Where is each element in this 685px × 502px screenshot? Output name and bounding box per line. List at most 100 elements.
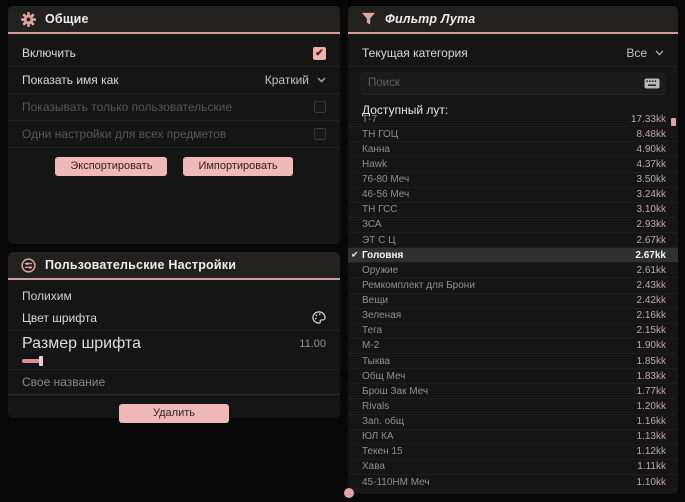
- selected-item-name: Полихим: [22, 289, 72, 303]
- list-item[interactable]: 46-56 Меч 3.24kk: [348, 188, 678, 203]
- item-name: Оружие: [362, 264, 399, 276]
- list-item[interactable]: Rivals 1.20kk: [348, 399, 678, 415]
- font-size-value: 11.00: [299, 338, 326, 350]
- chevron-down-icon: [317, 77, 326, 83]
- item-value: 1.20kk: [636, 400, 666, 412]
- item-value: 1.16kk: [636, 416, 666, 428]
- item-value: 2.15kk: [636, 325, 666, 337]
- item-name: ТН ГСС: [362, 204, 398, 216]
- list-item[interactable]: Оружие 2.61kk: [348, 263, 678, 279]
- category-label: Текущая категория: [362, 46, 468, 60]
- item-name: Брош Зак Меч: [362, 385, 429, 397]
- list-item[interactable]: Общ Меч 1.83kk: [348, 369, 678, 385]
- item-value: 2.67kk: [636, 234, 666, 246]
- item-value: 2.67kk: [635, 249, 666, 261]
- list-item[interactable]: М-2 1.90kk: [348, 339, 678, 354]
- item-name: Ремкомплект для Брони: [362, 279, 475, 291]
- item-name: Вещи: [362, 295, 389, 307]
- user-only-label: Показывать только пользовательские: [22, 100, 232, 114]
- list-item[interactable]: ✔ Головня 2.67kk: [348, 248, 678, 264]
- list-item[interactable]: Т-7 17.33kk: [348, 112, 678, 128]
- list-item[interactable]: Канна 4.90kk: [348, 142, 678, 158]
- category-value: Все: [626, 46, 647, 60]
- loot-filter-panel-header: Фильтр Лута: [348, 6, 678, 34]
- same-settings-checkbox[interactable]: [314, 128, 326, 140]
- export-button[interactable]: Экспортировать: [55, 157, 168, 176]
- item-name: М-2: [362, 340, 380, 352]
- list-item[interactable]: Зап. общ 1.16kk: [348, 415, 678, 430]
- list-item[interactable]: ТН ГОЦ 8.48kk: [348, 127, 678, 143]
- item-name: Hawk: [362, 158, 388, 170]
- palette-icon[interactable]: [312, 311, 326, 324]
- font-size-label: Размер шрифта: [22, 335, 141, 352]
- item-value: 2.16kk: [636, 310, 666, 322]
- font-size-row: Размер шрифта 11.00: [8, 331, 340, 370]
- item-name: Rivals: [362, 400, 390, 412]
- import-button[interactable]: Импортировать: [183, 157, 293, 176]
- list-item[interactable]: Зеленая 2.16kk: [348, 309, 678, 324]
- list-item[interactable]: ЭТ С Ц 2.67kk: [348, 233, 678, 249]
- item-value: 1.13kk: [636, 431, 666, 443]
- funnel-icon: [361, 12, 376, 26]
- setting-row-user-only: Показывать только пользовательские: [8, 94, 340, 121]
- user-settings-panel-header: Пользовательские Настройки: [8, 252, 340, 280]
- slider-thumb[interactable]: [39, 356, 43, 366]
- list-item[interactable]: 76-80 Меч 3.50kk: [348, 173, 678, 188]
- item-name: ЭТ С Ц: [362, 234, 396, 246]
- list-item[interactable]: Hawk 4.37kk: [348, 157, 678, 173]
- item-name: Тыква: [362, 355, 390, 367]
- list-item[interactable]: Текен 15 1.12kk: [348, 445, 678, 460]
- list-item[interactable]: ЮЛ КА 1.13kk: [348, 430, 678, 445]
- list-item[interactable]: Ремкомплект для Брони 2.43kk: [348, 278, 678, 294]
- name-mode-label: Показать имя как: [22, 73, 119, 87]
- list-item[interactable]: 45-110НМ Меч 1.10kk: [348, 475, 678, 491]
- delete-button[interactable]: Удалить: [119, 404, 229, 423]
- item-value: 4.90kk: [636, 143, 666, 155]
- custom-name-input[interactable]: Свое название: [8, 370, 340, 395]
- item-name: Головня: [362, 249, 404, 261]
- list-item[interactable]: ТН ГСС 3.10kk: [348, 203, 678, 218]
- enable-checkbox[interactable]: ✔: [313, 46, 326, 60]
- list-item[interactable]: Тега 2.15kk: [348, 324, 678, 339]
- item-name: ЗСА: [362, 219, 382, 231]
- panel-title-general: Общие: [45, 12, 89, 26]
- chevron-down-icon: [655, 50, 664, 56]
- loot-filter-panel: Фильтр Лута Текущая категория Все Поиск: [344, 6, 678, 498]
- list-item[interactable]: Вещи 2.42kk: [348, 294, 678, 309]
- import-export-row: Экспортировать Импортировать: [8, 157, 340, 176]
- item-name: Текен 15: [362, 446, 403, 458]
- keyboard-icon[interactable]: [644, 78, 660, 89]
- panel-title-user-settings: Пользовательские Настройки: [45, 258, 237, 272]
- item-name: Зеленая: [362, 310, 402, 322]
- item-value: 8.48kk: [636, 128, 666, 140]
- item-name: Тега: [362, 325, 383, 337]
- panel-title-loot-filter: Фильтр Лута: [385, 12, 476, 26]
- category-dropdown[interactable]: Все: [626, 46, 664, 60]
- font-color-label: Цвет шрифта: [22, 310, 97, 325]
- enable-label: Включить: [22, 46, 76, 60]
- list-item[interactable]: ЗСА 2.93kk: [348, 218, 678, 233]
- general-panel-header: Общие: [8, 6, 340, 34]
- delete-row: Удалить: [8, 404, 340, 423]
- item-name: Т-7: [362, 113, 377, 125]
- item-name: Общ Меч: [362, 370, 406, 382]
- list-item[interactable]: Хава 1.11kk: [348, 460, 678, 475]
- list-item[interactable]: Тыква 1.85kk: [348, 354, 678, 370]
- item-value: 1.85kk: [636, 355, 666, 367]
- font-size-slider[interactable]: [22, 356, 326, 366]
- item-value: 17.33kk: [630, 113, 666, 125]
- search-input[interactable]: Поиск: [360, 72, 666, 95]
- setting-row-enable: Включить ✔: [8, 40, 340, 67]
- user-only-checkbox[interactable]: [314, 101, 326, 113]
- selected-check-icon: ✔: [351, 249, 359, 260]
- scrollbar-thumb[interactable]: [671, 118, 676, 126]
- name-mode-dropdown[interactable]: Краткий: [265, 73, 326, 87]
- list-item[interactable]: Брош Зак Меч 1.77kk: [348, 384, 678, 400]
- item-value: 3.10kk: [636, 204, 666, 216]
- item-value: 1.90kk: [636, 340, 666, 352]
- item-value: 3.24kk: [636, 189, 666, 201]
- loot-list: Т-7 17.33kk ТН ГОЦ 8.48kk Канна 4.90kk Hawk 4.3…: [348, 112, 678, 491]
- item-name: Зап. общ: [362, 416, 405, 428]
- item-name: Канна: [362, 143, 390, 155]
- item-value: 2.43kk: [636, 279, 666, 291]
